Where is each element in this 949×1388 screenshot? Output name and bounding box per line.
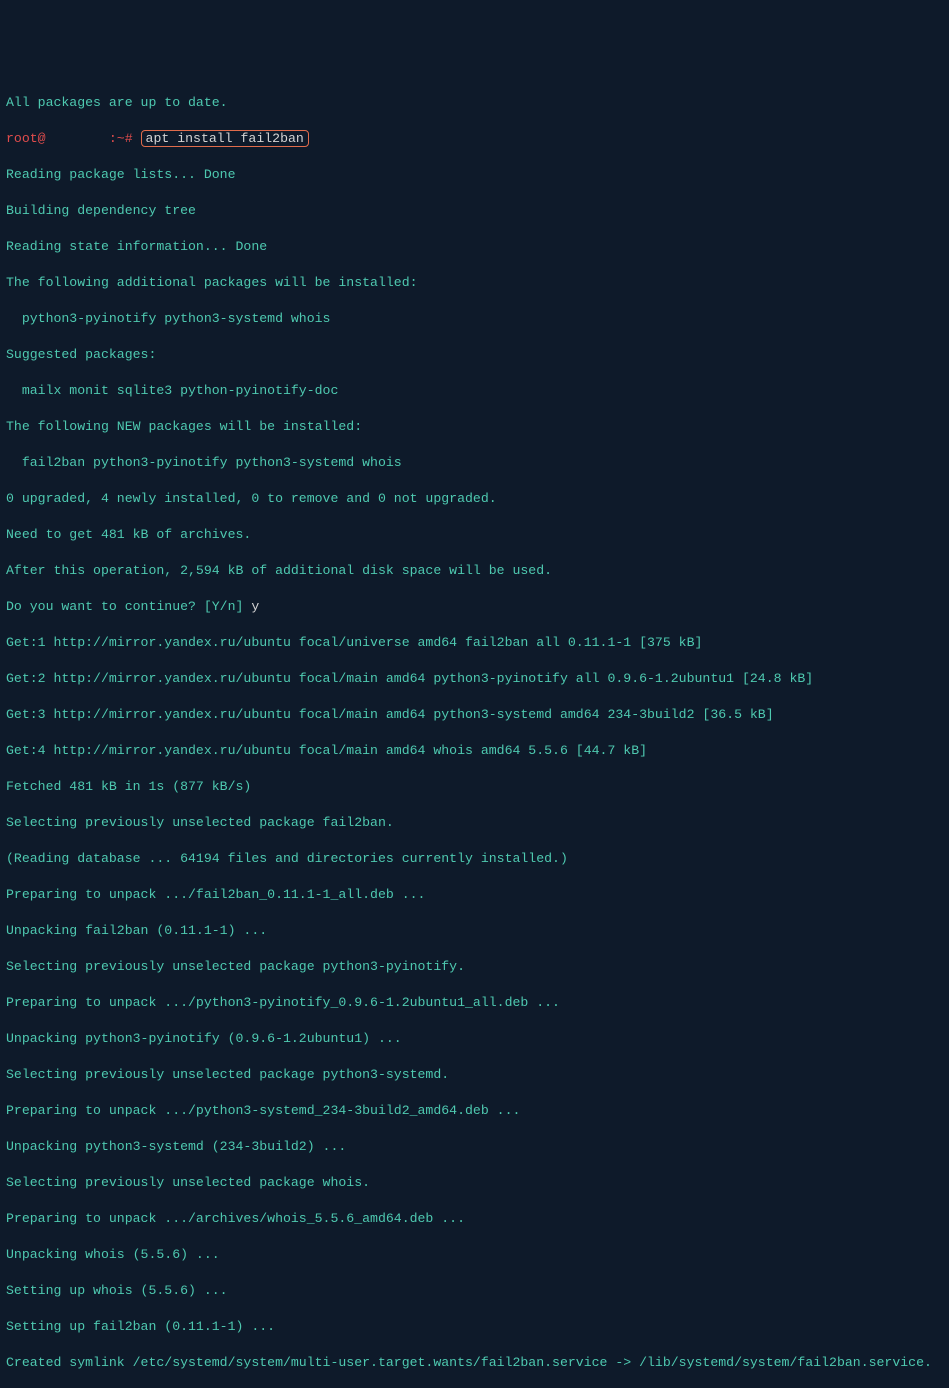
prompt-line: root@ :~# apt install fail2ban [6,130,943,148]
output-line: Setting up whois (5.5.6) ... [6,1282,943,1300]
user-input-y: y [251,599,259,614]
highlighted-command: apt install fail2ban [141,130,309,147]
output-line: Building dependency tree [6,202,943,220]
output-line: Get:1 http://mirror.yandex.ru/ubuntu foc… [6,634,943,652]
output-line: Get:4 http://mirror.yandex.ru/ubuntu foc… [6,742,943,760]
output-line: Unpacking python3-systemd (234-3build2) … [6,1138,943,1156]
output-line: Get:2 http://mirror.yandex.ru/ubuntu foc… [6,670,943,688]
output-line: Reading state information... Done [6,238,943,256]
output-line: Selecting previously unselected package … [6,814,943,832]
output-line: Selecting previously unselected package … [6,1174,943,1192]
output-line: Unpacking whois (5.5.6) ... [6,1246,943,1264]
output-line: Preparing to unpack .../python3-systemd_… [6,1102,943,1120]
output-line: Unpacking python3-pyinotify (0.9.6-1.2ub… [6,1030,943,1048]
prompt-user: root@ [6,131,46,146]
output-line: Selecting previously unselected package … [6,1066,943,1084]
output-line: Reading package lists... Done [6,166,943,184]
confirm-prompt: Do you want to continue? [Y/n] [6,599,251,614]
prompt-host-redacted [46,131,109,146]
output-line: The following additional packages will b… [6,274,943,292]
output-line: Suggested packages: [6,346,943,364]
prompt-sep: :~# [109,131,141,146]
output-line: (Reading database ... 64194 files and di… [6,850,943,868]
output-line: Get:3 http://mirror.yandex.ru/ubuntu foc… [6,706,943,724]
output-line: Preparing to unpack .../archives/whois_5… [6,1210,943,1228]
output-line: Fetched 481 kB in 1s (877 kB/s) [6,778,943,796]
output-line: Unpacking fail2ban (0.11.1-1) ... [6,922,943,940]
output-line: python3-pyinotify python3-systemd whois [6,310,943,328]
output-line: Preparing to unpack .../python3-pyinotif… [6,994,943,1012]
output-line: Do you want to continue? [Y/n] y [6,598,943,616]
output-line: Preparing to unpack .../fail2ban_0.11.1-… [6,886,943,904]
terminal[interactable]: All packages are up to date. root@ :~# a… [6,76,943,1388]
output-line: Created symlink /etc/systemd/system/mult… [6,1354,943,1372]
output-line: Need to get 481 kB of archives. [6,526,943,544]
output-line: fail2ban python3-pyinotify python3-syste… [6,454,943,472]
output-line: Setting up fail2ban (0.11.1-1) ... [6,1318,943,1336]
output-line: After this operation, 2,594 kB of additi… [6,562,943,580]
output-line: All packages are up to date. [6,94,943,112]
output-line: Selecting previously unselected package … [6,958,943,976]
output-line: mailx monit sqlite3 python-pyinotify-doc [6,382,943,400]
output-line: 0 upgraded, 4 newly installed, 0 to remo… [6,490,943,508]
output-line: The following NEW packages will be insta… [6,418,943,436]
